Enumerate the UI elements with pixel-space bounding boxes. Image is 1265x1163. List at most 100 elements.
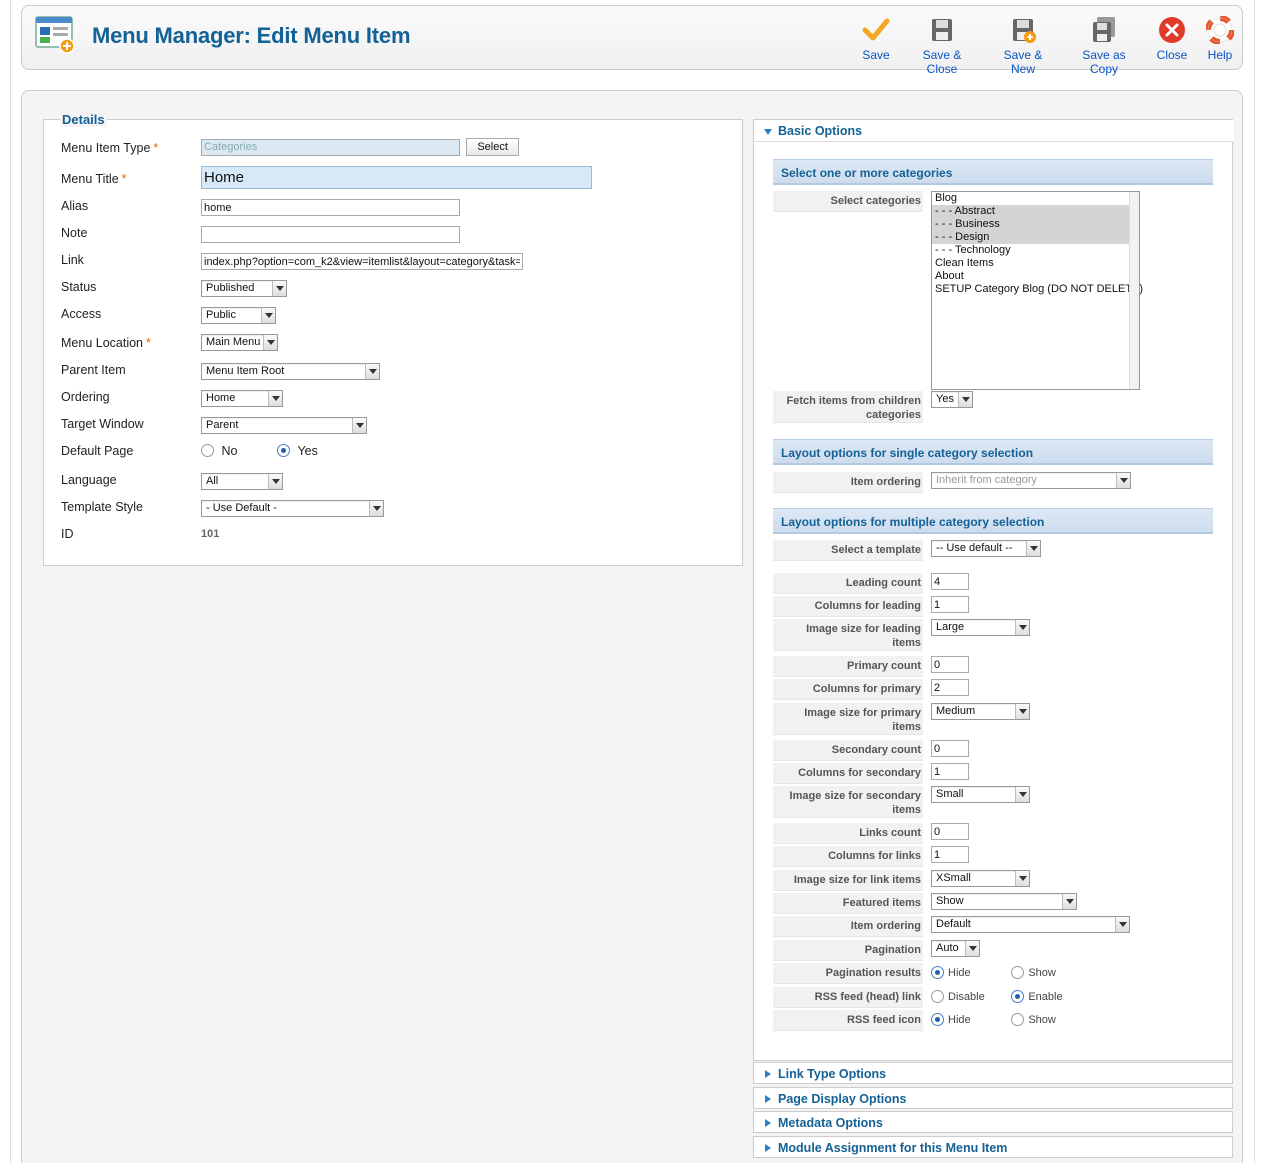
select-template-value: -- Use default -- [936, 542, 1013, 554]
featured-items-value: Show [936, 895, 964, 907]
pagination-select[interactable]: Auto [931, 940, 980, 957]
pagination-results-hide-radio[interactable] [931, 966, 944, 980]
links-count-input[interactable] [931, 823, 969, 840]
leading-count-input[interactable] [931, 573, 969, 590]
rss-link-enable-label: Enable [1028, 990, 1063, 1003]
rss-link-disable-radio[interactable] [931, 990, 944, 1004]
item-ordering-single-select[interactable]: Inherit from category [931, 472, 1131, 489]
menu-title-input[interactable] [201, 166, 592, 189]
pagination-value: Auto [936, 942, 959, 954]
save-close-label: Save & Close [922, 48, 962, 76]
help-button[interactable]: Help [1202, 16, 1238, 66]
image-size-primary-label: Image size for primary items [773, 703, 923, 735]
link-type-options-header[interactable]: Link Type Options [753, 1062, 1233, 1084]
link-label: Link [61, 253, 84, 267]
category-option[interactable]: About [932, 270, 1139, 283]
status-select[interactable]: Published [201, 280, 287, 297]
image-size-leading-label: Image size for leading items [773, 619, 923, 651]
menu-manager-icon [35, 15, 77, 55]
item-ordering-single-field: Inherit from category [931, 472, 1131, 489]
basic-options-header[interactable]: Basic Options [754, 120, 1234, 142]
item-ordering-single-label: Item ordering [773, 472, 923, 493]
rss-icon-show-radio[interactable] [1011, 1013, 1025, 1027]
image-size-links-select[interactable]: XSmall [931, 870, 1030, 887]
featured-items-select[interactable]: Show [931, 893, 1077, 910]
status-value: Published [206, 282, 255, 294]
menu-location-field: Main Menu [201, 334, 278, 351]
ordering-select[interactable]: Home [201, 390, 283, 407]
note-input[interactable] [201, 226, 460, 243]
category-option[interactable]: - - - Design [932, 231, 1139, 244]
chevron-down-icon [263, 335, 277, 350]
parent-item-select[interactable]: Menu Item Root [201, 363, 380, 380]
columns-primary-input[interactable] [931, 679, 969, 696]
chevron-down-icon [1015, 871, 1029, 886]
language-select[interactable]: All [201, 473, 283, 490]
select-template-select[interactable]: -- Use default -- [931, 540, 1041, 557]
category-option[interactable]: - - - Abstract [932, 205, 1139, 218]
floppy-disk-icon [932, 19, 952, 41]
target-window-select[interactable]: Parent [201, 417, 367, 434]
image-size-leading-select[interactable]: Large [931, 619, 1030, 636]
columns-secondary-input[interactable] [931, 763, 969, 780]
target-window-value: Parent [206, 419, 239, 431]
image-size-leading-value: Large [936, 621, 965, 633]
menu-location-select[interactable]: Main Menu [201, 334, 278, 351]
categories-listbox[interactable]: Blog - - - Abstract - - - Business - - -… [931, 191, 1143, 390]
rss-link-enable-radio[interactable] [1011, 990, 1025, 1004]
save-new-button[interactable]: Save & New [990, 16, 1056, 76]
category-option[interactable]: - - - Technology [932, 244, 1139, 257]
close-button[interactable]: Close [1152, 16, 1192, 66]
id-label: ID [61, 527, 74, 541]
save-close-button[interactable]: Save & Close [906, 16, 978, 76]
rss-icon-hide-radio[interactable] [931, 1013, 944, 1027]
select-type-button[interactable]: Select [466, 138, 519, 156]
columns-links-input[interactable] [931, 846, 969, 863]
default-page-no-radio[interactable] [201, 444, 214, 458]
listbox-scrollbar[interactable] [1129, 192, 1139, 389]
menu-item-type-input[interactable] [201, 138, 460, 156]
category-option[interactable]: SETUP Category Blog (DO NOT DELETE) [932, 283, 1143, 296]
image-size-primary-select[interactable]: Medium [931, 703, 1030, 720]
section-single-category: Layout options for single category selec… [773, 439, 1213, 465]
chevron-down-icon [369, 501, 383, 516]
item-ordering-multi-select[interactable]: Default [931, 916, 1130, 933]
access-label: Access [61, 307, 102, 321]
default-page-yes-radio[interactable] [276, 444, 290, 458]
page-display-options-header[interactable]: Page Display Options [753, 1087, 1233, 1109]
chevron-down-icon [1062, 894, 1076, 909]
categories-listbox-wrap: Blog - - - Abstract - - - Business - - -… [931, 191, 1143, 390]
required-marker: * [153, 141, 159, 155]
category-option[interactable]: Clean Items [932, 257, 1139, 270]
link-input[interactable] [201, 253, 523, 270]
template-style-select[interactable]: - Use Default - [201, 500, 384, 517]
access-select[interactable]: Public [201, 307, 276, 324]
chevron-down-icon [261, 308, 275, 323]
chevron-down-icon [352, 418, 366, 433]
item-ordering-multi-label: Item ordering [773, 916, 923, 937]
module-assignment-header[interactable]: Module Assignment for this Menu Item [753, 1136, 1233, 1158]
triangle-right-icon [765, 1070, 771, 1078]
columns-primary-label: Columns for primary [773, 679, 923, 700]
save-as-copy-label: Save as Copy [1082, 48, 1126, 76]
chevron-down-icon [365, 364, 379, 379]
menu-title-field [201, 166, 592, 189]
menu-location-label-text: Menu Location [61, 336, 144, 350]
alias-input[interactable] [201, 199, 460, 216]
category-option[interactable]: - - - Business [932, 218, 1139, 231]
category-option[interactable]: Blog [932, 192, 1139, 205]
metadata-options-header[interactable]: Metadata Options [753, 1111, 1233, 1133]
fetch-children-select[interactable]: Yes [931, 391, 973, 408]
image-size-secondary-select[interactable]: Small [931, 786, 1030, 803]
columns-leading-label: Columns for leading [773, 596, 923, 617]
main-panel: Details Menu Item Type* Select Menu Titl… [21, 90, 1243, 1163]
metadata-options-title: Metadata Options [778, 1116, 883, 1130]
columns-leading-input[interactable] [931, 596, 969, 613]
pagination-results-show-radio[interactable] [1011, 966, 1025, 980]
save-button[interactable]: Save [856, 16, 896, 66]
secondary-count-input[interactable] [931, 740, 969, 757]
floppy-disk-new-icon [1013, 19, 1036, 43]
id-value: 101 [201, 528, 220, 540]
primary-count-input[interactable] [931, 656, 969, 673]
save-as-copy-button[interactable]: Save as Copy [1068, 16, 1140, 76]
